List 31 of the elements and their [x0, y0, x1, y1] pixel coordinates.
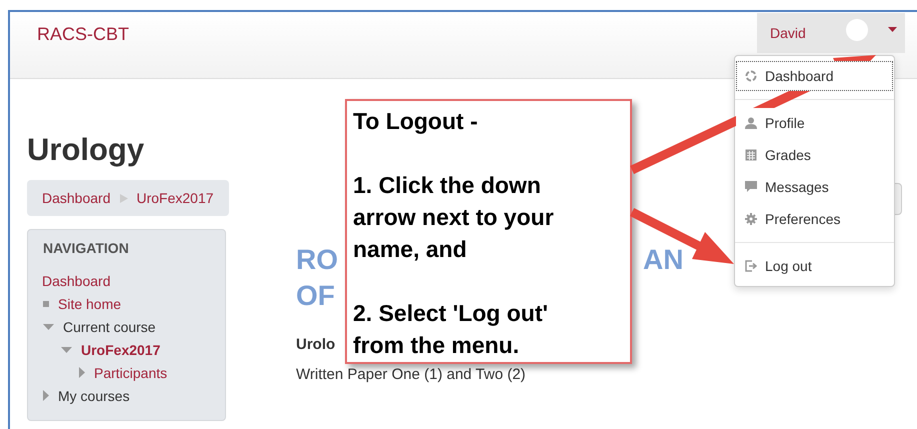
heading-text: RO [296, 243, 338, 277]
nav-link[interactable]: Dashboard [42, 272, 110, 288]
nav-link[interactable]: Site home [58, 296, 122, 312]
gear-icon [745, 213, 757, 225]
nav-item[interactable]: Current course [63, 318, 156, 334]
section-heading: Urolo [296, 336, 336, 353]
speech-bubble-icon [745, 181, 757, 193]
description-text: Written Paper One (1) and Two (2) [296, 366, 527, 383]
person-icon [745, 117, 757, 129]
block-title: NAVIGATION [43, 240, 130, 256]
callout-text: To Logout - [353, 107, 479, 136]
bullet-icon [43, 300, 49, 306]
menu-item[interactable]: Dashboard [736, 61, 893, 91]
page-title: Urology [27, 132, 144, 168]
breadcrumb-link[interactable]: Dashboard [42, 190, 110, 206]
callout-text: 1. Click the down arrow next to your name, and [353, 171, 555, 264]
nav-link[interactable]: UroFex2017 [81, 342, 160, 358]
nav-link[interactable]: Participants [94, 364, 168, 380]
caret-icon [888, 26, 897, 32]
avatar-icon [846, 19, 868, 41]
breadcrumb-link[interactable]: UroFex2017 [136, 190, 214, 206]
user-menu-button[interactable]: David [757, 13, 905, 53]
separator-icon [120, 194, 128, 202]
gauge-icon [745, 70, 757, 82]
heading-text: AN [643, 243, 684, 277]
callout-text: 2. Select 'Log out' from the menu. [353, 299, 549, 360]
nav-item[interactable]: My courses [58, 388, 130, 404]
table-icon [745, 149, 757, 161]
exit-icon [745, 260, 757, 272]
heading-text: OF [296, 279, 335, 313]
site-name[interactable]: RACS-CBT [37, 24, 130, 45]
